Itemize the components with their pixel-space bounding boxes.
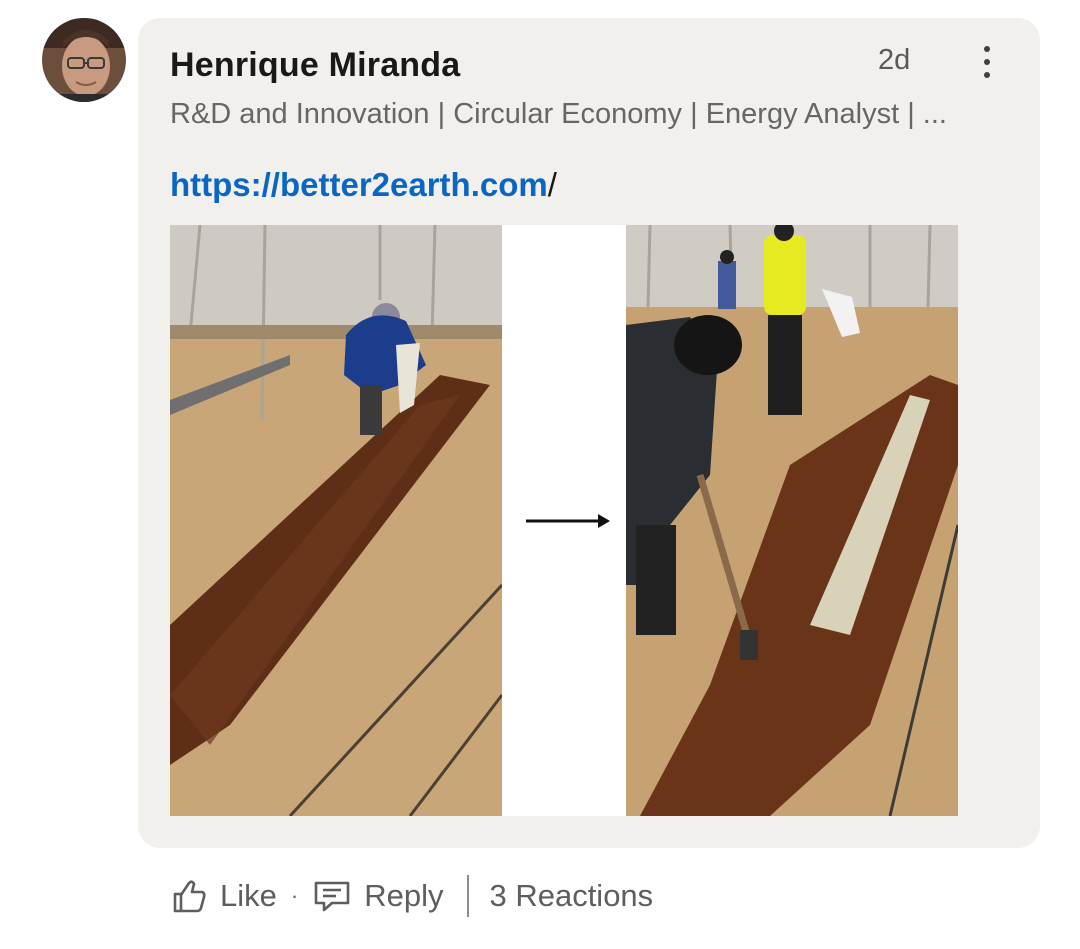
trench-soil-comparison-photo: [170, 225, 958, 816]
author-avatar[interactable]: [42, 18, 126, 102]
comment-bubble: Henrique Miranda 2d R&D and Innovation |…: [138, 18, 1040, 848]
divider-panel: [502, 225, 626, 816]
left-photo: [170, 225, 504, 816]
reply-button[interactable]: Reply: [312, 877, 443, 915]
comment-timestamp: 2d: [878, 44, 911, 76]
comment-text: https://better2earth.com/: [170, 166, 557, 204]
profile-photo-icon: [42, 18, 126, 102]
comment-link[interactable]: https://better2earth.com: [170, 166, 548, 203]
reply-label: Reply: [364, 878, 444, 913]
author-name[interactable]: Henrique Miranda: [170, 46, 460, 85]
more-options-button[interactable]: [970, 40, 1004, 84]
link-suffix: /: [547, 166, 557, 203]
vertical-ellipsis-icon: [984, 46, 990, 52]
comment-actions: Like · Reply 3 Reactions: [170, 868, 653, 924]
ellipsis-dot: [984, 59, 990, 65]
reactions-count-button[interactable]: 3 Reactions: [489, 878, 653, 914]
right-photo: [626, 225, 958, 816]
reactions-label: 3 Reactions: [489, 878, 654, 913]
comment-image[interactable]: [170, 225, 958, 816]
comment-thread: Henrique Miranda 2d R&D and Innovation |…: [0, 0, 1080, 949]
like-label: Like: [220, 878, 277, 913]
action-separator: ·: [290, 883, 299, 908]
like-button[interactable]: Like: [170, 877, 277, 915]
author-headline: R&D and Innovation | Circular Economy | …: [170, 98, 947, 130]
action-divider: [467, 875, 470, 917]
speech-bubble-icon: [314, 881, 350, 912]
thumbs-up-icon: [173, 880, 206, 913]
ellipsis-dot: [984, 72, 990, 78]
